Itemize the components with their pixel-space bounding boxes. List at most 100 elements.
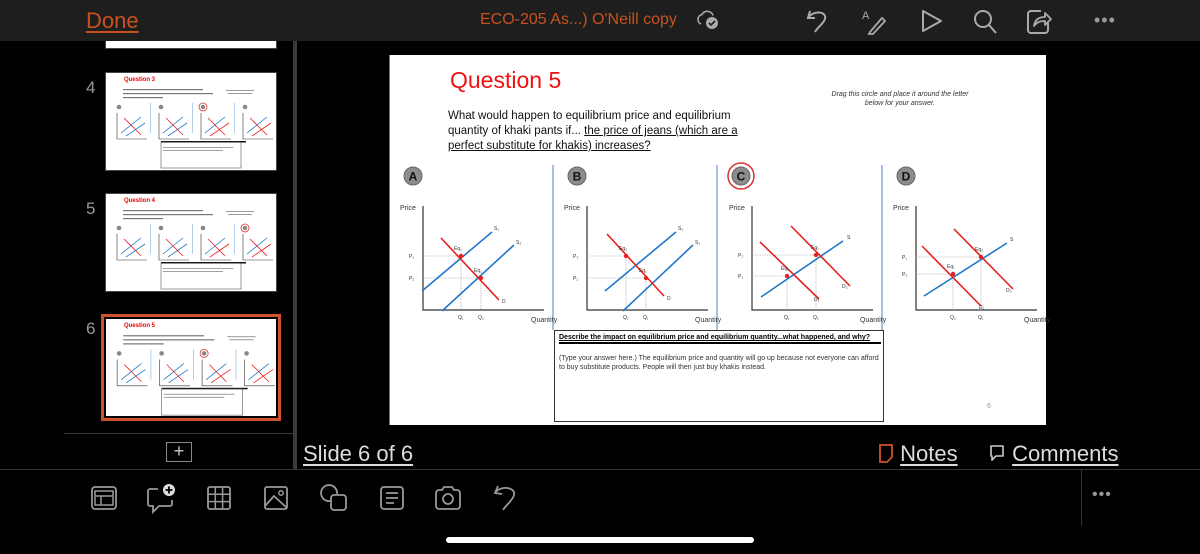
guide-line xyxy=(752,254,817,310)
shapes-icon[interactable] xyxy=(318,482,350,514)
thumb-answer-line xyxy=(163,150,223,151)
quantity-tick-label: Q₁ xyxy=(784,315,790,321)
thumbnail-slide-5[interactable]: Question 4 xyxy=(105,193,277,292)
equilibrium-point xyxy=(813,252,819,258)
guide-line xyxy=(423,255,462,310)
thumbnail-slide-4[interactable]: Question 3 xyxy=(105,72,277,171)
panel-divider xyxy=(881,165,883,330)
guide-line xyxy=(916,273,954,310)
equilibrium-label: Eq₂ xyxy=(811,245,819,251)
notes-label: Notes xyxy=(900,441,958,466)
thumb-answer-line xyxy=(163,147,233,148)
equilibrium-point xyxy=(784,273,790,279)
thumb-letter-badge xyxy=(201,351,207,356)
price-tick-label: P₁ xyxy=(738,274,743,280)
y-axis-label: Price xyxy=(564,205,580,212)
thumb-letter-badge xyxy=(116,104,122,110)
curve-label: D₁ xyxy=(814,297,820,303)
equilibrium-label: Eq₁ xyxy=(947,264,955,270)
axes xyxy=(586,206,708,311)
curve-label: S₂ xyxy=(678,226,683,232)
search-icon[interactable] xyxy=(970,6,1000,36)
thumb-answer-box xyxy=(160,262,242,290)
thumb-note-line xyxy=(229,339,254,341)
text-box-icon[interactable] xyxy=(376,482,408,514)
share-icon[interactable] xyxy=(1024,6,1054,36)
camera-icon[interactable] xyxy=(432,482,464,514)
thumbnail-graphics xyxy=(116,89,273,169)
draw-icon[interactable]: A xyxy=(858,6,888,36)
notes-button[interactable]: Notes xyxy=(878,441,958,467)
comments-button[interactable]: Comments xyxy=(988,441,1118,467)
more-icon[interactable]: ••• xyxy=(1094,10,1116,31)
thumbnail-slide-3-partial[interactable] xyxy=(105,41,277,49)
x-axis-label: Quantity xyxy=(531,317,558,324)
thumb-text-line xyxy=(123,97,163,99)
curve-label: D₁ xyxy=(979,305,985,311)
slide-canvas[interactable]: Question 5 What would happen to equilibr… xyxy=(389,55,1051,425)
demand-curve xyxy=(953,228,1014,290)
thumb-note-line xyxy=(226,211,254,212)
supply-demand-graph-a: A Price Quantity P₁ P₂ Q₁ Q₂ S₁ S₂ D Eq₁ Eq₂ xyxy=(400,166,558,324)
quantity-tick-label: Q₁ xyxy=(643,315,649,321)
price-tick-label: P₂ xyxy=(738,253,743,259)
svg-text:A: A xyxy=(862,10,870,22)
thumb-answer-box xyxy=(160,141,242,169)
thumb-divider xyxy=(150,224,151,254)
play-icon[interactable] xyxy=(916,6,946,36)
thumb-demand xyxy=(166,364,185,383)
y-axis-label: Price xyxy=(893,205,909,212)
x-axis-label: Quantity xyxy=(1024,317,1051,324)
drag-instruction: Drag this circle and place it around the… xyxy=(831,91,969,107)
price-tick-label: P₂ xyxy=(902,272,907,278)
x-axis-label: Quantity xyxy=(860,317,887,324)
undo-icon[interactable] xyxy=(490,482,522,514)
answer-letter-b: B xyxy=(573,170,582,184)
undo-icon[interactable] xyxy=(803,6,833,36)
answer-prompt: Describe the impact on equilibrium price… xyxy=(559,334,881,344)
table-icon[interactable] xyxy=(203,482,235,514)
thumb-answer-line xyxy=(163,268,233,269)
question-text: What would happen to equilibrium price a… xyxy=(448,109,748,154)
sidebar-scrollbar[interactable] xyxy=(293,41,297,469)
y-axis-label: Price xyxy=(729,205,745,212)
new-comment-icon[interactable] xyxy=(146,482,178,515)
thumb-note-line xyxy=(227,336,256,338)
cloud-saved-icon[interactable] xyxy=(696,9,720,31)
thumb-answer-box xyxy=(161,388,243,416)
more-icon[interactable]: ••• xyxy=(1092,486,1112,504)
bottom-toolbar: ••• xyxy=(0,470,1200,554)
thumb-answer-line xyxy=(163,393,235,395)
thumb-divider xyxy=(192,224,193,254)
slide-indicator[interactable]: Slide 6 of 6 xyxy=(303,441,413,467)
thumb-text-line xyxy=(123,335,205,337)
layout-icon[interactable] xyxy=(88,482,120,514)
document-title[interactable]: ECO-205 As...) O'Neill copy xyxy=(480,11,677,29)
y-axis-label: Price xyxy=(400,205,416,212)
picture-icon[interactable] xyxy=(260,482,292,514)
thumb-text-line xyxy=(123,343,164,345)
equilibrium-point xyxy=(458,253,464,259)
thumbnail-slide-6-active[interactable]: Question 5 xyxy=(101,314,281,421)
thumb-demand xyxy=(208,364,227,383)
answer-text-box[interactable]: Describe the impact on equilibrium price… xyxy=(554,330,884,422)
thumb-note-line xyxy=(228,93,252,94)
thumb-letter-badge xyxy=(200,225,206,231)
thumb-letter-badge xyxy=(116,225,122,231)
answer-text[interactable]: (Type your answer here.) The equilibrium… xyxy=(559,354,881,372)
thumb-letter-badge xyxy=(242,104,248,110)
thumbnail-graphics xyxy=(116,210,273,290)
slide-number: 6 xyxy=(86,319,96,338)
curve-label: S₂ xyxy=(516,240,521,246)
curve-label: D₂ xyxy=(842,284,848,290)
done-button[interactable]: Done xyxy=(86,8,139,34)
demand-curve xyxy=(440,237,500,301)
equilibrium-label: Eq₁ xyxy=(454,246,462,252)
thumb-demand xyxy=(207,117,226,136)
quantity-tick-label: Q₁ xyxy=(458,315,464,321)
notes-icon xyxy=(879,444,893,463)
supply-demand-graph-b: B Price Quantity P₂ P₁ Q₂ Q₁ S₂ S₁ D Eq₂ Eq₁ xyxy=(564,166,722,324)
thumb-letter-badge xyxy=(200,104,206,110)
equilibrium-point xyxy=(978,254,984,260)
guide-line xyxy=(752,275,788,310)
